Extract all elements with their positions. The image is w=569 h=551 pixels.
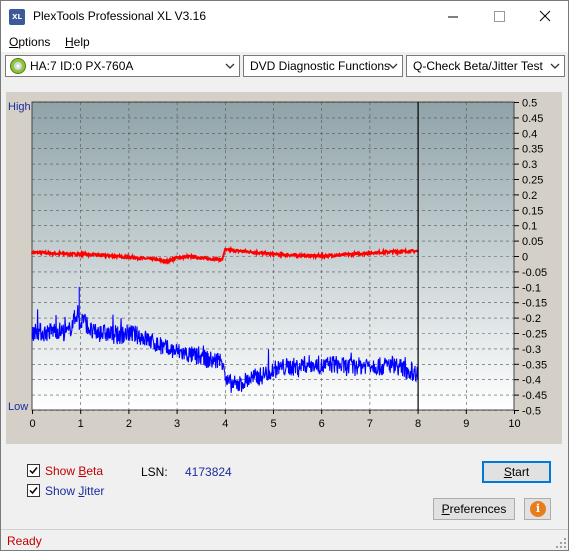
close-icon <box>539 10 551 22</box>
x-tick-label: 6 <box>319 418 325 430</box>
preferences-label: references <box>449 502 507 516</box>
y-high-label: High <box>8 101 31 113</box>
y-tick-label: 0.1 <box>522 221 537 233</box>
show-beta-label-b: eta <box>86 464 104 478</box>
show-jitter-checkbox[interactable] <box>27 484 40 497</box>
y-tick-label: 0 <box>522 252 528 264</box>
chevron-down-icon <box>550 63 560 69</box>
status-text: Ready <box>7 534 42 548</box>
x-tick-label: 3 <box>174 418 180 430</box>
maximize-button[interactable] <box>476 1 522 32</box>
show-jitter-label-b: itter <box>84 484 105 498</box>
y-tick-label: 0.35 <box>522 144 543 156</box>
y-tick-label: -0.4 <box>522 375 541 387</box>
checkmark-icon <box>29 467 38 475</box>
status-bar: Ready <box>1 529 568 550</box>
show-beta-label-a: Show <box>45 464 79 478</box>
y-tick-label: -0.05 <box>522 267 547 279</box>
x-tick-label: 0 <box>29 418 35 430</box>
preferences-mnemonic: P <box>441 502 450 516</box>
x-tick-label: 4 <box>222 418 228 430</box>
x-tick-label: 8 <box>415 418 421 430</box>
start-button[interactable]: Start <box>482 461 551 483</box>
info-icon: i <box>530 501 546 517</box>
y-tick-label: -0.1 <box>522 282 541 294</box>
test-select[interactable]: Q-Check Beta/Jitter Test <box>406 55 565 77</box>
title-bar[interactable]: XL PlexTools Professional XL V3.16 <box>1 1 568 32</box>
close-button[interactable] <box>522 1 568 32</box>
menu-options-label: ptions <box>18 35 51 49</box>
x-tick-label: 7 <box>367 418 373 430</box>
chevron-down-icon <box>225 63 235 69</box>
function-select-value: DVD Diagnostic Functions <box>250 59 391 73</box>
controls-panel: Show Beta Show Jitter LSN: 4173824 Start… <box>1 444 568 529</box>
toolbar: HA:7 ID:0 PX-760A DVD Diagnostic Functio… <box>1 52 568 80</box>
function-select[interactable]: DVD Diagnostic Functions <box>243 55 403 77</box>
checkmark-icon <box>29 487 38 495</box>
drive-select[interactable]: HA:7 ID:0 PX-760A <box>5 55 240 77</box>
chevron-down-icon <box>388 63 398 69</box>
y-low-label: Low <box>8 401 28 413</box>
show-beta-label[interactable]: Show Beta <box>45 464 103 478</box>
lsn-label: LSN: <box>141 465 168 479</box>
app-icon: XL <box>9 9 25 25</box>
menu-options-mnemonic: O <box>9 35 19 49</box>
start-label: tart <box>511 465 530 479</box>
x-tick-label: 2 <box>126 418 132 430</box>
test-select-value: Q-Check Beta/Jitter Test <box>413 59 543 73</box>
preferences-button[interactable]: Preferences <box>433 498 515 520</box>
y-tick-label: -0.3 <box>522 344 541 356</box>
y-tick-label: -0.25 <box>522 329 547 341</box>
y-tick-label: 0.05 <box>522 236 543 248</box>
y-tick-label: -0.45 <box>522 390 547 402</box>
y-tick-label: 0.3 <box>522 159 537 171</box>
x-tick-label: 9 <box>463 418 469 430</box>
show-jitter-label[interactable]: Show Jitter <box>45 484 104 498</box>
lsn-value: 4173824 <box>185 465 232 479</box>
disc-icon <box>10 58 26 74</box>
drive-select-value: HA:7 ID:0 PX-760A <box>30 59 134 73</box>
y-tick-label: 0.25 <box>522 175 543 187</box>
y-tick-label: 0.4 <box>522 128 537 140</box>
x-tick-label: 10 <box>508 418 520 430</box>
app-window: XL PlexTools Professional XL V3.16 Optio… <box>0 0 569 551</box>
menu-help-mnemonic: H <box>65 35 74 49</box>
y-tick-label: 0.5 <box>522 98 537 110</box>
y-tick-label: -0.35 <box>522 359 547 371</box>
y-tick-label: -0.15 <box>522 298 547 310</box>
show-beta-checkbox[interactable] <box>27 464 40 477</box>
y-tick-label: -0.5 <box>522 406 541 418</box>
x-tick-label: 1 <box>78 418 84 430</box>
chart-panel: 0.5 0.45 0.4 0.35 0.3 0.25 0.2 0.15 0.1 0.05 0 -0.0… <box>6 92 562 444</box>
info-button[interactable]: i <box>524 498 551 520</box>
x-tick-label: 5 <box>270 418 276 430</box>
y-tick-label: 0.15 <box>522 205 543 217</box>
window-title: PlexTools Professional XL V3.16 <box>33 9 206 23</box>
show-jitter-label-a: Show <box>45 484 79 498</box>
menu-bar: Options Help <box>1 32 568 52</box>
resize-grip-icon[interactable] <box>556 538 566 548</box>
start-mnemonic: S <box>503 465 512 479</box>
maximize-icon <box>494 11 505 22</box>
y-tick-label: 0.2 <box>522 190 537 202</box>
beta-jitter-chart: 0.5 0.45 0.4 0.35 0.3 0.25 0.2 0.15 0.1 0.05 0 -0.0… <box>8 98 547 431</box>
menu-help[interactable]: Help <box>65 35 90 49</box>
menu-help-label: elp <box>73 35 90 49</box>
minimize-button[interactable] <box>430 1 476 32</box>
minimize-icon <box>448 16 458 18</box>
y-tick-label: 0.45 <box>522 113 543 125</box>
y-tick-label: -0.2 <box>522 313 541 325</box>
menu-options[interactable]: Options <box>9 35 50 49</box>
